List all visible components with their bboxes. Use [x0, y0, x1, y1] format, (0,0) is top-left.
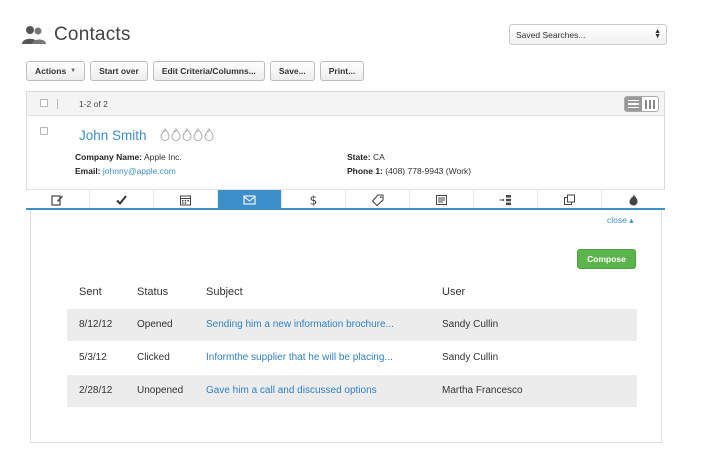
divider — [57, 99, 58, 109]
tab-notes[interactable] — [410, 190, 474, 209]
email-table: Sent Status Subject User 8/12/12 Opened … — [67, 276, 637, 407]
flame-rating-icon[interactable] — [204, 128, 214, 141]
compose-button[interactable]: Compose — [577, 249, 636, 269]
flame-rating-icon[interactable] — [160, 128, 170, 141]
check-icon — [116, 194, 127, 205]
svg-text:$: $ — [310, 194, 318, 206]
contact-tabbar: $ — [26, 189, 665, 209]
email-icon — [243, 194, 256, 205]
email-link[interactable]: johnny@apple.com — [103, 166, 176, 176]
tab-edit[interactable] — [26, 190, 90, 209]
select-all-checkbox[interactable] — [40, 99, 48, 107]
list-view-icon[interactable] — [625, 97, 642, 111]
page-title: Contacts — [54, 24, 131, 45]
table-row[interactable]: 2/28/12 Unopened Gave him a call and dis… — [67, 373, 637, 407]
phone-label: Phone 1: — [347, 166, 383, 176]
calendar-icon — [180, 195, 191, 205]
tab-email[interactable] — [218, 190, 282, 209]
saved-searches-select[interactable]: Saved Searches... ▲ ▼ — [509, 24, 667, 45]
email-label: Email: — [75, 166, 101, 176]
sequence-icon — [499, 194, 511, 205]
status-cell: Opened — [125, 307, 194, 341]
edit-icon — [51, 194, 63, 206]
email-field: Email: johnny@apple.com — [75, 166, 176, 176]
result-count: 1-2 of 2 — [79, 99, 108, 109]
tab-duplicates[interactable] — [538, 190, 602, 209]
user-cell: Sandy Cullin — [430, 340, 637, 374]
email-panel: close ▴ Compose Sent Status Subject User… — [30, 210, 662, 443]
column-header-user[interactable]: User — [430, 276, 637, 308]
flame-rating-icon[interactable] — [171, 128, 181, 141]
actions-button[interactable]: Actions ▼ — [26, 61, 86, 81]
column-header-status[interactable]: Status — [125, 276, 194, 308]
table-row[interactable]: 8/12/12 Opened Sending him a new informa… — [67, 307, 637, 341]
print-button[interactable]: Print... — [319, 61, 365, 81]
start-over-button[interactable]: Start over — [90, 61, 148, 81]
actions-label: Actions — [35, 66, 67, 76]
contact-name-link[interactable]: John Smith — [79, 128, 147, 143]
sent-cell: 2/28/12 — [67, 373, 125, 407]
chevron-down-icon: ▼ — [70, 68, 77, 74]
company-field: Company Name: Apple Inc. — [75, 152, 182, 162]
table-row[interactable]: 5/3/12 Clicked Informthe supplier that h… — [67, 340, 637, 374]
select-arrows-icon: ▲ ▼ — [654, 28, 661, 40]
saved-searches-value: Saved Searches... — [516, 30, 586, 40]
toolbar: Actions ▼ Start over Edit Criteria/Colum… — [26, 61, 365, 81]
flame-rating-icon[interactable] — [193, 128, 203, 141]
close-link[interactable]: close ▴ — [607, 215, 633, 226]
contacts-icon — [22, 26, 46, 44]
flame-icon — [629, 194, 638, 205]
notes-icon — [436, 194, 447, 205]
state-label: State: — [347, 152, 371, 162]
flame-rating-icon[interactable] — [182, 128, 192, 141]
tab-lead-score[interactable] — [602, 190, 665, 209]
page-header: Contacts — [22, 24, 131, 46]
column-view-icon[interactable] — [642, 97, 658, 111]
status-cell: Clicked — [125, 340, 194, 374]
tab-calendar[interactable] — [154, 190, 218, 209]
subject-link[interactable]: Informthe supplier that he will be placi… — [194, 340, 430, 374]
sent-cell: 8/12/12 — [67, 307, 125, 341]
save-button[interactable]: Save... — [269, 61, 315, 81]
status-cell: Unopened — [125, 373, 194, 407]
subject-link[interactable]: Sending him a new information brochure..… — [194, 307, 430, 341]
results-bar: 1-2 of 2 — [27, 92, 664, 116]
company-label: Company Name: — [75, 152, 143, 162]
state-value: CA — [373, 152, 385, 162]
table-header-row: Sent Status Subject User — [67, 276, 637, 308]
sent-cell: 5/3/12 — [67, 340, 125, 374]
edit-criteria-button[interactable]: Edit Criteria/Columns... — [152, 61, 265, 81]
phone-value: (408) 778-9943 (Work) — [385, 166, 472, 176]
tag-icon — [371, 193, 384, 206]
user-cell: Sandy Cullin — [430, 307, 637, 341]
company-value: Apple Inc. — [143, 152, 182, 162]
column-header-subject[interactable]: Subject — [194, 276, 430, 308]
tab-tasks[interactable] — [90, 190, 154, 209]
dollar-icon: $ — [310, 194, 318, 206]
copy-icon — [564, 194, 575, 205]
view-toggle[interactable] — [624, 96, 659, 112]
tab-tags[interactable] — [346, 190, 410, 209]
tab-sequences[interactable] — [474, 190, 538, 209]
state-field: State: CA — [347, 152, 385, 162]
contact-checkbox[interactable] — [40, 127, 48, 135]
user-cell: Martha Francesco — [430, 373, 637, 407]
tab-opportunities[interactable]: $ — [282, 190, 346, 209]
phone-field: Phone 1: (408) 778-9943 (Work) — [347, 166, 471, 176]
subject-link[interactable]: Gave him a call and discussed options — [194, 373, 430, 407]
column-header-sent[interactable]: Sent — [67, 276, 125, 308]
contact-rating[interactable] — [160, 128, 214, 141]
